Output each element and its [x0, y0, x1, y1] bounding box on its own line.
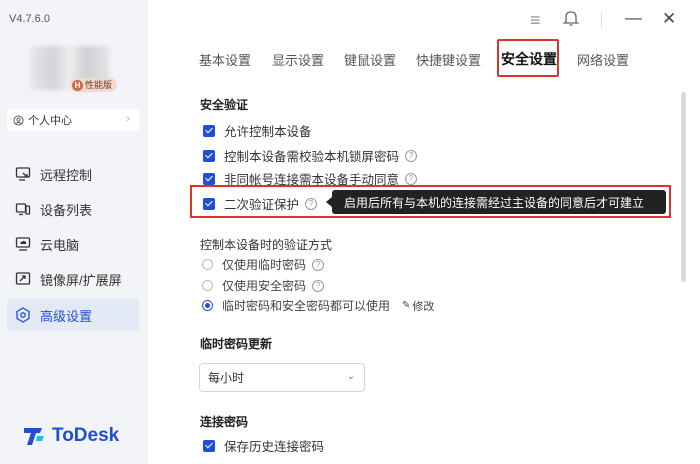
brand-logo: ToDesk: [22, 425, 119, 447]
nav-label: 云电脑: [40, 237, 80, 253]
nav-advanced-settings[interactable]: 高级设置: [7, 299, 139, 331]
tab-display[interactable]: 显示设置: [272, 50, 324, 69]
menu-icon[interactable]: ≡: [530, 10, 541, 31]
radio-button[interactable]: [202, 280, 213, 291]
select-value: 每小时: [208, 371, 245, 385]
option-label: 临时密码和安全密码都可以使用: [222, 299, 391, 313]
todesk-logo-icon: [24, 428, 44, 445]
nav-cloud-pc[interactable]: 云电脑: [7, 228, 139, 260]
nav-label: 远程控制: [40, 167, 93, 183]
edit-icon: ✎: [402, 300, 411, 311]
help-icon[interactable]: ?: [312, 279, 325, 292]
temp-password-select[interactable]: 每小时 ⌄: [199, 363, 365, 392]
chevron-right-icon: ›: [126, 113, 130, 125]
radio-button[interactable]: [202, 300, 213, 311]
option-label: 允许控制本设备: [224, 125, 312, 139]
section-title-security: 安全验证: [200, 98, 249, 112]
app-window: V4.7.6.0 H 性能版 个人中心 › 远程控制 设备列表 云电脑 镜像屏/…: [0, 0, 700, 464]
checkbox-lock-password[interactable]: 控制本设备需校验本机锁屏密码 ?: [203, 146, 418, 165]
radio-button[interactable]: [202, 259, 213, 270]
advanced-settings-icon: [16, 307, 30, 323]
bell-icon[interactable]: [562, 9, 580, 32]
radio-both[interactable]: 临时密码和安全密码都可以使用 ✎ 修改: [202, 297, 434, 314]
tab-shortcut[interactable]: 快捷键设置: [416, 50, 481, 69]
radio-temp-only[interactable]: 仅使用临时密码 ?: [202, 256, 325, 273]
edit-password-link[interactable]: ✎ 修改: [402, 298, 434, 314]
nav-label: 高级设置: [40, 308, 93, 324]
checkbox-allow-control[interactable]: 允许控制本设备: [203, 121, 312, 140]
tab-network[interactable]: 网络设置: [577, 50, 629, 69]
profile-button[interactable]: 个人中心 ›: [7, 109, 139, 131]
tooltip: 启用后所有与本机的连接需经过主设备的同意后才可建立: [326, 190, 666, 214]
profile-label: 个人中心: [28, 115, 72, 127]
edit-label: 修改: [412, 300, 435, 313]
version-label: V4.7.6.0: [9, 13, 50, 25]
brand-name: ToDesk: [52, 425, 120, 446]
mirror-screen-icon: [15, 272, 31, 285]
nav-remote-control[interactable]: 远程控制: [7, 158, 139, 190]
radio-secure-only[interactable]: 仅使用安全密码 ?: [202, 277, 325, 294]
user-circle-icon: [13, 114, 24, 126]
nav-label: 镜像屏/扩展屏: [40, 272, 122, 288]
sidebar: V4.7.6.0 H 性能版 个人中心 › 远程控制 设备列表 云电脑 镜像屏/…: [0, 0, 148, 464]
help-icon[interactable]: ?: [405, 149, 418, 162]
vip-badge-label: 性能版: [85, 80, 113, 90]
option-label: 仅使用安全密码: [222, 279, 307, 293]
vip-letter: H: [72, 79, 83, 91]
cloud-pc-icon: [15, 237, 31, 251]
checkbox[interactable]: [203, 149, 215, 162]
section-title-temp-password: 临时密码更新: [200, 337, 273, 351]
nav-label: 设备列表: [40, 202, 93, 218]
option-label: 仅使用临时密码: [222, 258, 307, 272]
help-icon[interactable]: ?: [312, 258, 325, 271]
checkbox[interactable]: [203, 172, 215, 185]
tab-keyboard-mouse[interactable]: 键鼠设置: [344, 50, 396, 69]
nav-device-list[interactable]: 设备列表: [7, 193, 139, 225]
vip-badge: H 性能版: [70, 78, 118, 92]
section-title-connection-password: 连接密码: [200, 415, 249, 429]
tab-basic[interactable]: 基本设置: [199, 50, 251, 69]
checkbox-save-history[interactable]: 保存历史连接密码: [203, 436, 324, 455]
remote-control-icon: [15, 167, 31, 181]
option-label: 控制本设备需校验本机锁屏密码: [224, 150, 400, 164]
tab-highlight-box: [497, 39, 559, 77]
divider: [601, 12, 602, 28]
checkbox[interactable]: [203, 439, 215, 452]
minimize-icon[interactable]: —: [625, 8, 642, 28]
nav-mirror-screen[interactable]: 镜像屏/扩展屏: [7, 263, 139, 295]
checkbox[interactable]: [203, 124, 215, 137]
section-title-verify-method: 控制本设备时的验证方式: [200, 238, 333, 252]
device-list-icon: [15, 203, 31, 216]
close-icon[interactable]: ✕: [662, 9, 676, 29]
help-icon[interactable]: ?: [405, 172, 418, 185]
chevron-down-icon: ⌄: [346, 371, 355, 382]
option-label: 保存历史连接密码: [224, 440, 325, 454]
scrollbar[interactable]: [681, 92, 686, 282]
